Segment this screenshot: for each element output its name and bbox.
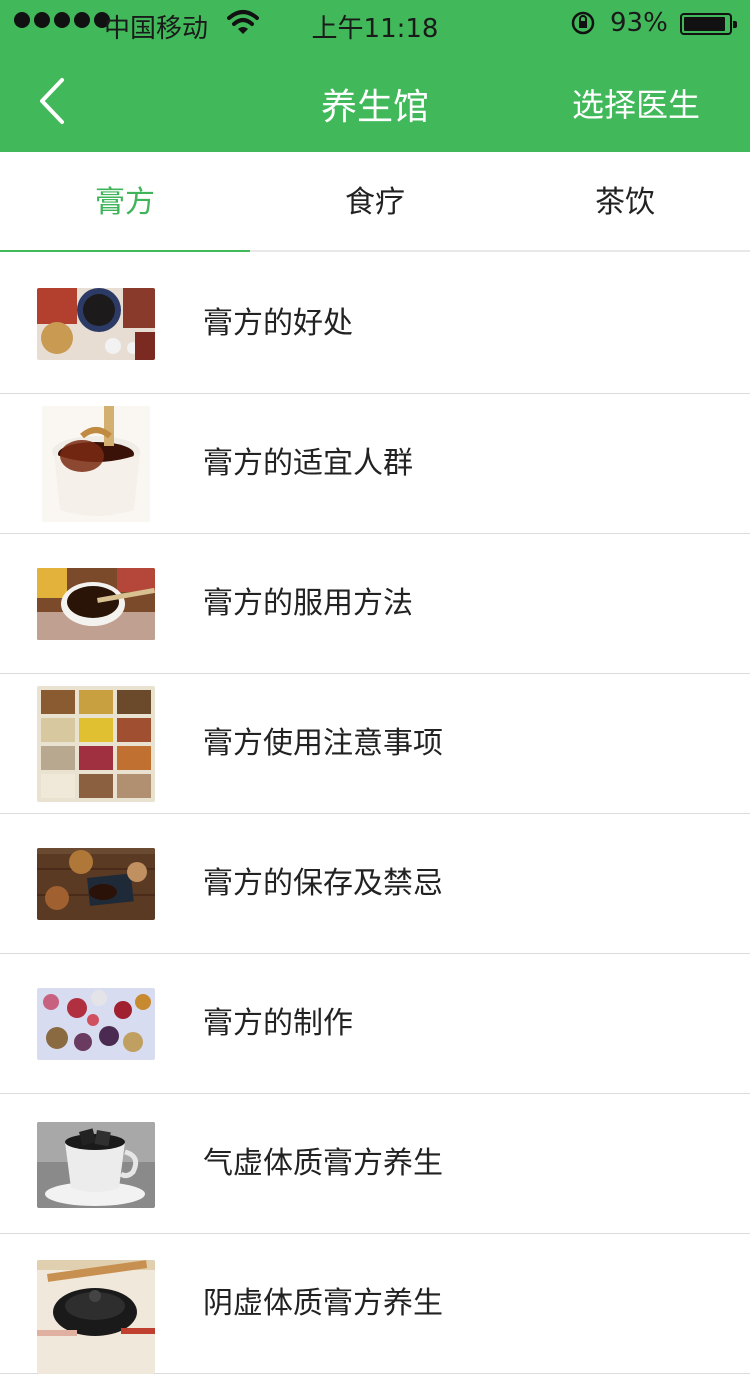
thumbnail-image — [37, 1260, 155, 1374]
navigation-bar: 养生馆 选择医生 — [0, 50, 750, 152]
list-item-label: 膏方的适宜人群 — [203, 446, 413, 481]
rotation-lock-icon — [571, 11, 595, 35]
thumbnail-image — [37, 1122, 155, 1208]
list-item[interactable]: 阴虚体质膏方养生 — [0, 1234, 750, 1374]
tab-gaofang[interactable]: 膏方 — [0, 152, 250, 252]
thumbnail-image — [37, 686, 155, 802]
thumbnail-image — [37, 568, 155, 640]
list-item-label: 膏方的服用方法 — [203, 586, 413, 621]
thumbnail-image — [37, 988, 155, 1060]
list-item-label: 膏方使用注意事项 — [203, 726, 443, 761]
select-doctor-button[interactable]: 选择医生 — [572, 80, 700, 126]
list-item[interactable]: 气虚体质膏方养生 — [0, 1094, 750, 1234]
list-item[interactable]: 膏方的保存及禁忌 — [0, 814, 750, 954]
list-item-label: 气虚体质膏方养生 — [203, 1146, 443, 1181]
battery-percentage: 93% — [610, 8, 668, 38]
tab-chayin[interactable]: 茶饮 — [500, 152, 750, 252]
thumbnail-image — [42, 406, 150, 522]
list-item[interactable]: 膏方的适宜人群 — [0, 394, 750, 534]
thumbnail-image — [37, 288, 155, 360]
list-item[interactable]: 膏方的制作 — [0, 954, 750, 1094]
list-item-label: 膏方的制作 — [203, 1006, 353, 1041]
thumbnail-image — [37, 848, 155, 920]
article-list: 膏方的好处 膏方的适宜人群 膏方的服用方法 膏方使用注意事项 膏方的保存及禁忌 … — [0, 254, 750, 1374]
list-item-label: 阴虚体质膏方养生 — [203, 1286, 443, 1321]
list-item[interactable]: 膏方的好处 — [0, 254, 750, 394]
status-bar: 中国移动 上午11:18 93% — [0, 0, 750, 50]
active-tab-indicator — [0, 250, 250, 252]
list-item[interactable]: 膏方使用注意事项 — [0, 674, 750, 814]
list-item[interactable]: 膏方的服用方法 — [0, 534, 750, 674]
tab-shiliao[interactable]: 食疗 — [250, 152, 500, 252]
battery-icon — [680, 13, 737, 35]
list-item-label: 膏方的保存及禁忌 — [203, 866, 443, 901]
list-item-label: 膏方的好处 — [203, 306, 353, 341]
category-tabs: 膏方 食疗 茶饮 — [0, 152, 750, 252]
